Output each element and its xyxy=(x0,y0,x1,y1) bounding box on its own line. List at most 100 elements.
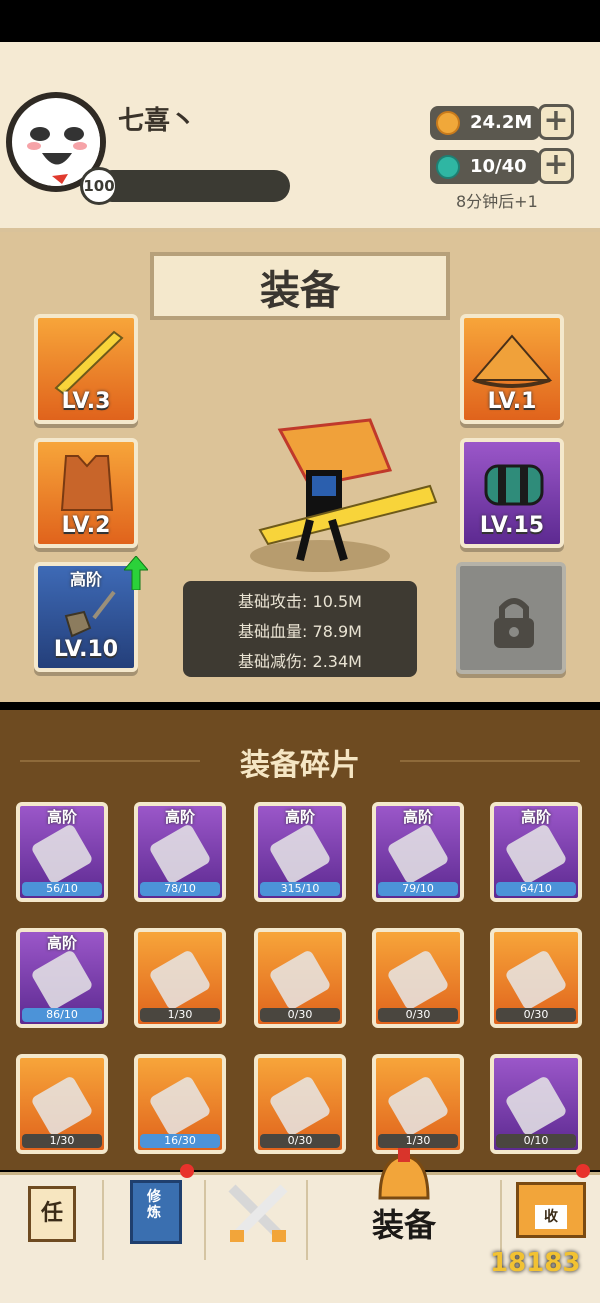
fragment-item[interactable]: 0/30 xyxy=(372,928,464,1028)
tier-label: 高阶 xyxy=(46,808,77,826)
stat-attack: 基础攻击: 10.5M xyxy=(238,592,362,611)
tier-label: 高阶 xyxy=(164,808,195,826)
coin-counter: 24.2M xyxy=(430,106,540,140)
straw-hat-icon xyxy=(30,1074,94,1138)
add-coins-button[interactable]: + xyxy=(538,104,574,140)
nav-equipment-label: 装备 xyxy=(371,1206,436,1244)
slot-level: LV.10 xyxy=(53,637,119,662)
fragment-count: 0/30 xyxy=(260,1134,340,1148)
axe-icon xyxy=(268,948,332,1012)
fragment-count: 0/10 xyxy=(496,1134,576,1148)
fragment-count: 64/10 xyxy=(496,882,576,896)
tier-label: 高阶 xyxy=(284,808,315,826)
fragment-count: 78/10 xyxy=(140,882,220,896)
energy-timer: 8分钟后+1 xyxy=(456,192,538,211)
staff-icon xyxy=(148,948,212,1012)
necklace-icon xyxy=(64,590,116,638)
fragment-item[interactable]: 高阶 79/10 xyxy=(372,802,464,902)
slot-locked[interactable] xyxy=(456,562,566,674)
straw-hat-icon xyxy=(471,334,553,388)
curved-blade-icon xyxy=(148,822,212,886)
energy-orb-icon xyxy=(436,155,460,179)
book-icon: 修炼 xyxy=(130,1180,182,1244)
sword-icon xyxy=(54,330,124,396)
nav-tasks[interactable]: 任 xyxy=(2,1172,102,1300)
notification-dot xyxy=(180,1164,194,1178)
helmet-icon xyxy=(378,1148,430,1200)
slot-hat[interactable]: LV.1 xyxy=(460,314,564,424)
lock-icon xyxy=(494,598,534,648)
fragment-item[interactable]: 高阶 78/10 xyxy=(134,802,226,902)
fragment-count: 1/30 xyxy=(378,1134,458,1148)
fragment-count: 79/10 xyxy=(378,882,458,896)
fragment-count: 315/10 xyxy=(260,882,340,896)
fragment-item[interactable]: 1/30 xyxy=(372,1054,464,1154)
status-bar xyxy=(0,0,600,42)
energy-counter: 10/40 xyxy=(430,150,540,184)
fragment-item[interactable]: 0/30 xyxy=(254,928,346,1028)
nav-cultivate[interactable]: 修炼 xyxy=(104,1164,204,1300)
gauntlet-icon xyxy=(484,464,544,506)
slot-gauntlet[interactable]: LV.15 xyxy=(460,438,564,548)
slot-level: LV.3 xyxy=(61,389,111,414)
fragments-title: 装备碎片 xyxy=(240,748,360,783)
fragment-count: 56/10 xyxy=(22,882,102,896)
slot-weapon[interactable]: LV.3 xyxy=(34,314,138,424)
player-name: 七喜丶 xyxy=(118,106,197,136)
tier-label: 高阶 xyxy=(520,808,551,826)
fragment-item[interactable]: 0/30 xyxy=(490,928,582,1028)
vest-icon xyxy=(60,455,114,511)
fragment-count: 86/10 xyxy=(22,1008,102,1022)
fragment-count: 0/30 xyxy=(496,1008,576,1022)
headband-icon xyxy=(148,1074,212,1138)
broadsword-icon xyxy=(30,822,94,886)
fragment-item[interactable]: 高阶 64/10 xyxy=(490,802,582,902)
fragment-item[interactable]: 高阶 56/10 xyxy=(16,802,108,902)
fragment-item[interactable]: 0/30 xyxy=(254,1054,346,1154)
fragment-item[interactable]: 高阶 315/10 xyxy=(254,802,346,902)
tier-label: 高阶 xyxy=(402,808,433,826)
scroll-icon: 任 xyxy=(28,1186,76,1242)
character-illustration xyxy=(250,418,438,572)
gauntlet-icon xyxy=(504,1074,568,1138)
add-energy-button[interactable]: + xyxy=(538,148,574,184)
fragment-count: 0/30 xyxy=(260,1008,340,1022)
coin-icon xyxy=(436,111,460,135)
tier-label: 高阶 xyxy=(46,934,77,952)
fragment-item[interactable]: 1/30 xyxy=(134,928,226,1028)
fragment-item[interactable]: 16/30 xyxy=(134,1054,226,1154)
armor-orb-icon xyxy=(30,948,94,1012)
slot-armor[interactable]: LV.2 xyxy=(34,438,138,548)
fragment-item[interactable]: 1/30 xyxy=(16,1054,108,1154)
stat-hp: 基础血量: 78.9M xyxy=(238,622,362,641)
cloak-icon xyxy=(268,1074,332,1138)
fragment-count: 0/30 xyxy=(378,1008,458,1022)
fragment-count: 1/30 xyxy=(22,1134,102,1148)
fragment-count: 16/30 xyxy=(140,1134,220,1148)
shop-icon: 收 xyxy=(516,1182,586,1238)
sword-icon xyxy=(386,948,450,1012)
nav-equipment[interactable]: 装备 xyxy=(308,1148,500,1300)
fragment-count: 1/30 xyxy=(140,1008,220,1022)
equipment-title: 装备 xyxy=(260,268,340,314)
cleaver-icon xyxy=(386,822,450,886)
upgrade-arrow-icon xyxy=(122,555,150,591)
slot-necklace[interactable]: 高阶 LV.10 xyxy=(34,562,138,672)
watermark-logo: 18183 xyxy=(490,1248,581,1278)
tier-label: 高阶 xyxy=(69,570,102,589)
spear-icon xyxy=(504,948,568,1012)
stat-defense: 基础减伤: 2.34M xyxy=(238,652,362,671)
slot-level: LV.15 xyxy=(479,513,545,538)
slot-level: LV.2 xyxy=(61,513,111,538)
xp-bar xyxy=(96,170,290,202)
notification-dot xyxy=(576,1164,590,1178)
nav-battle[interactable] xyxy=(206,1172,306,1300)
spiked-gauntlet-icon xyxy=(268,822,332,886)
straw-hat-icon xyxy=(504,822,568,886)
fragment-item[interactable]: 0/10 xyxy=(490,1054,582,1154)
slot-level: LV.1 xyxy=(487,389,537,414)
level-badge: 100 xyxy=(80,167,118,205)
fragment-item[interactable]: 高阶 86/10 xyxy=(16,928,108,1028)
vest-icon xyxy=(386,1074,450,1138)
battle-swords-icon xyxy=(228,1184,288,1242)
